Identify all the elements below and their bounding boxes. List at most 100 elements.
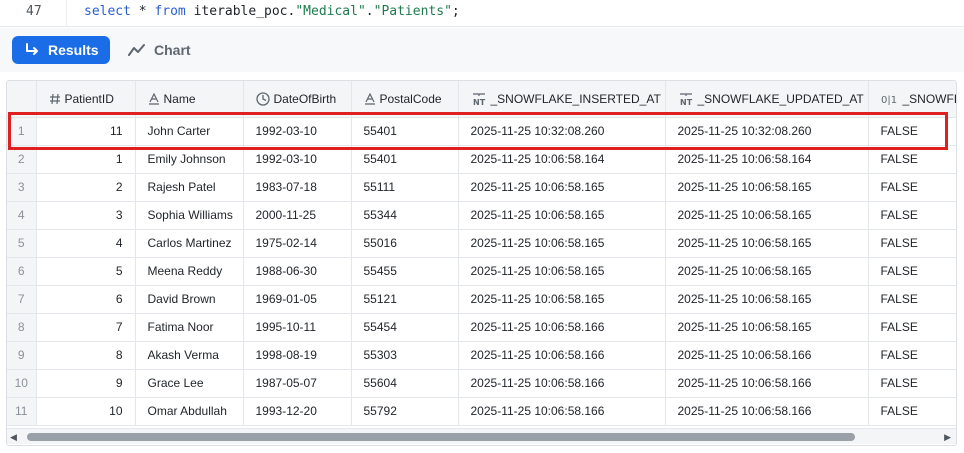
table-row[interactable]: 11 10 Omar Abdullah 1993-12-20 55792 2025-11-… [7, 397, 956, 426]
column-header-snowflake-updated-at[interactable]: NT _SNOWFLAKE_UPDATED_AT [665, 81, 869, 118]
cell-inserted-at[interactable]: 2025-11-25 10:06:58.166 [458, 397, 666, 426]
cell-postalcode[interactable]: 55303 [351, 341, 459, 370]
sql-editor-line[interactable]: 47 select * from iterable_poc."Medical".… [0, 0, 964, 27]
cell-name[interactable]: Sophia Williams [135, 201, 244, 230]
table-row[interactable]: 4 3 Sophia Williams 2000-11-25 55344 2025-11-… [7, 201, 956, 230]
cell-dateofbirth[interactable]: 2000-11-25 [243, 201, 352, 230]
cell-inserted-at[interactable]: 2025-11-25 10:06:58.164 [458, 145, 666, 174]
cell-dateofbirth[interactable]: 1998-08-19 [243, 341, 352, 370]
cell-patientid[interactable]: 8 [36, 341, 136, 370]
cell-dateofbirth[interactable]: 1993-12-20 [243, 397, 352, 426]
cell-updated-at[interactable]: 2025-11-25 10:06:58.165 [665, 313, 869, 342]
cell-patientid[interactable]: 11 [36, 117, 136, 146]
cell-updated-at[interactable]: 2025-11-25 10:06:58.166 [665, 397, 869, 426]
cell-name[interactable]: Meena Reddy [135, 257, 244, 286]
cell-postalcode[interactable]: 55455 [351, 257, 459, 286]
cell-name[interactable]: John Carter [135, 117, 244, 146]
table-row[interactable]: 8 7 Fatima Noor 1995-10-11 55454 2025-11-25 1… [7, 313, 956, 342]
cell-dateofbirth[interactable]: 1975-02-14 [243, 229, 352, 258]
cell-name[interactable]: Akash Verma [135, 341, 244, 370]
cell-flag[interactable]: FALSE [868, 173, 956, 202]
cell-flag[interactable]: FALSE [868, 313, 956, 342]
scrollbar-thumb[interactable] [27, 433, 855, 441]
table-row[interactable]: 7 6 David Brown 1969-01-05 55121 2025-11-25 1… [7, 285, 956, 314]
column-header-patientid[interactable]: PatientID [36, 81, 136, 118]
cell-postalcode[interactable]: 55604 [351, 369, 459, 398]
cell-flag[interactable]: FALSE [868, 285, 956, 314]
cell-updated-at[interactable]: 2025-11-25 10:06:58.166 [665, 341, 869, 370]
cell-inserted-at[interactable]: 2025-11-25 10:06:58.165 [458, 257, 666, 286]
cell-name[interactable]: Emily Johnson [135, 145, 244, 174]
cell-postalcode[interactable]: 55454 [351, 313, 459, 342]
cell-flag[interactable]: FALSE [868, 397, 956, 426]
column-header-snowflake-flag[interactable]: 0|1 _SNOWFL [868, 81, 956, 118]
cell-patientid[interactable]: 2 [36, 173, 136, 202]
horizontal-scrollbar[interactable]: ◀ ▶ [7, 428, 956, 444]
cell-postalcode[interactable]: 55792 [351, 397, 459, 426]
cell-flag[interactable]: FALSE [868, 257, 956, 286]
cell-patientid[interactable]: 4 [36, 229, 136, 258]
results-tab-button[interactable]: Results [12, 36, 110, 64]
column-header-postalcode[interactable]: PostalCode [351, 81, 459, 118]
cell-dateofbirth[interactable]: 1983-07-18 [243, 173, 352, 202]
cell-updated-at[interactable]: 2025-11-25 10:32:08.260 [665, 117, 869, 146]
scroll-left-arrow-icon[interactable]: ◀ [10, 432, 17, 443]
cell-dateofbirth[interactable]: 1995-10-11 [243, 313, 352, 342]
cell-flag[interactable]: FALSE [868, 369, 956, 398]
table-row[interactable]: 1 11 John Carter 1992-03-10 55401 2025-11-25 … [7, 117, 956, 146]
cell-updated-at[interactable]: 2025-11-25 10:06:58.165 [665, 257, 869, 286]
cell-patientid[interactable]: 5 [36, 257, 136, 286]
cell-dateofbirth[interactable]: 1988-06-30 [243, 257, 352, 286]
cell-updated-at[interactable]: 2025-11-25 10:06:58.164 [665, 145, 869, 174]
cell-updated-at[interactable]: 2025-11-25 10:06:58.165 [665, 285, 869, 314]
cell-dateofbirth[interactable]: 1992-03-10 [243, 145, 352, 174]
cell-postalcode[interactable]: 55401 [351, 145, 459, 174]
cell-updated-at[interactable]: 2025-11-25 10:06:58.165 [665, 201, 869, 230]
cell-inserted-at[interactable]: 2025-11-25 10:06:58.165 [458, 201, 666, 230]
cell-dateofbirth[interactable]: 1969-01-05 [243, 285, 352, 314]
cell-name[interactable]: Carlos Martinez [135, 229, 244, 258]
cell-inserted-at[interactable]: 2025-11-25 10:06:58.166 [458, 369, 666, 398]
cell-patientid[interactable]: 6 [36, 285, 136, 314]
column-header-name[interactable]: Name [135, 81, 244, 118]
column-header-dateofbirth[interactable]: DateOfBirth [243, 81, 352, 118]
chart-tab-button[interactable]: Chart [128, 36, 191, 64]
table-row[interactable]: 5 4 Carlos Martinez 1975-02-14 55016 2025-11-… [7, 229, 956, 258]
cell-name[interactable]: Rajesh Patel [135, 173, 244, 202]
table-row[interactable]: 10 9 Grace Lee 1987-05-07 55604 2025-11-25 10… [7, 369, 956, 398]
table-row[interactable]: 9 8 Akash Verma 1998-08-19 55303 2025-11-25 1… [7, 341, 956, 370]
cell-postalcode[interactable]: 55111 [351, 173, 459, 202]
cell-patientid[interactable]: 9 [36, 369, 136, 398]
sql-code[interactable]: select * from iterable_poc."Medical"."Pa… [84, 4, 460, 19]
cell-inserted-at[interactable]: 2025-11-25 10:06:58.165 [458, 229, 666, 258]
scroll-right-arrow-icon[interactable]: ▶ [944, 432, 951, 443]
cell-patientid[interactable]: 10 [36, 397, 136, 426]
cell-flag[interactable]: FALSE [868, 229, 956, 258]
cell-name[interactable]: David Brown [135, 285, 244, 314]
cell-updated-at[interactable]: 2025-11-25 10:06:58.166 [665, 369, 869, 398]
cell-patientid[interactable]: 1 [36, 145, 136, 174]
cell-name[interactable]: Fatima Noor [135, 313, 244, 342]
table-row[interactable]: 6 5 Meena Reddy 1988-06-30 55455 2025-11-25 1… [7, 257, 956, 286]
table-row[interactable]: 2 1 Emily Johnson 1992-03-10 55401 2025-11-25… [7, 145, 956, 174]
cell-postalcode[interactable]: 55344 [351, 201, 459, 230]
column-header-snowflake-inserted-at[interactable]: NT _SNOWFLAKE_INSERTED_AT [458, 81, 666, 118]
cell-patientid[interactable]: 3 [36, 201, 136, 230]
cell-dateofbirth[interactable]: 1987-05-07 [243, 369, 352, 398]
cell-flag[interactable]: FALSE [868, 117, 956, 146]
cell-postalcode[interactable]: 55401 [351, 117, 459, 146]
cell-flag[interactable]: FALSE [868, 201, 956, 230]
cell-name[interactable]: Grace Lee [135, 369, 244, 398]
cell-inserted-at[interactable]: 2025-11-25 10:32:08.260 [458, 117, 666, 146]
cell-patientid[interactable]: 7 [36, 313, 136, 342]
cell-updated-at[interactable]: 2025-11-25 10:06:58.165 [665, 229, 869, 258]
cell-dateofbirth[interactable]: 1992-03-10 [243, 117, 352, 146]
cell-inserted-at[interactable]: 2025-11-25 10:06:58.165 [458, 285, 666, 314]
cell-postalcode[interactable]: 55016 [351, 229, 459, 258]
cell-updated-at[interactable]: 2025-11-25 10:06:58.165 [665, 173, 869, 202]
cell-postalcode[interactable]: 55121 [351, 285, 459, 314]
cell-inserted-at[interactable]: 2025-11-25 10:06:58.166 [458, 313, 666, 342]
cell-flag[interactable]: FALSE [868, 341, 956, 370]
cell-name[interactable]: Omar Abdullah [135, 397, 244, 426]
table-row[interactable]: 3 2 Rajesh Patel 1983-07-18 55111 2025-11-25 … [7, 173, 956, 202]
